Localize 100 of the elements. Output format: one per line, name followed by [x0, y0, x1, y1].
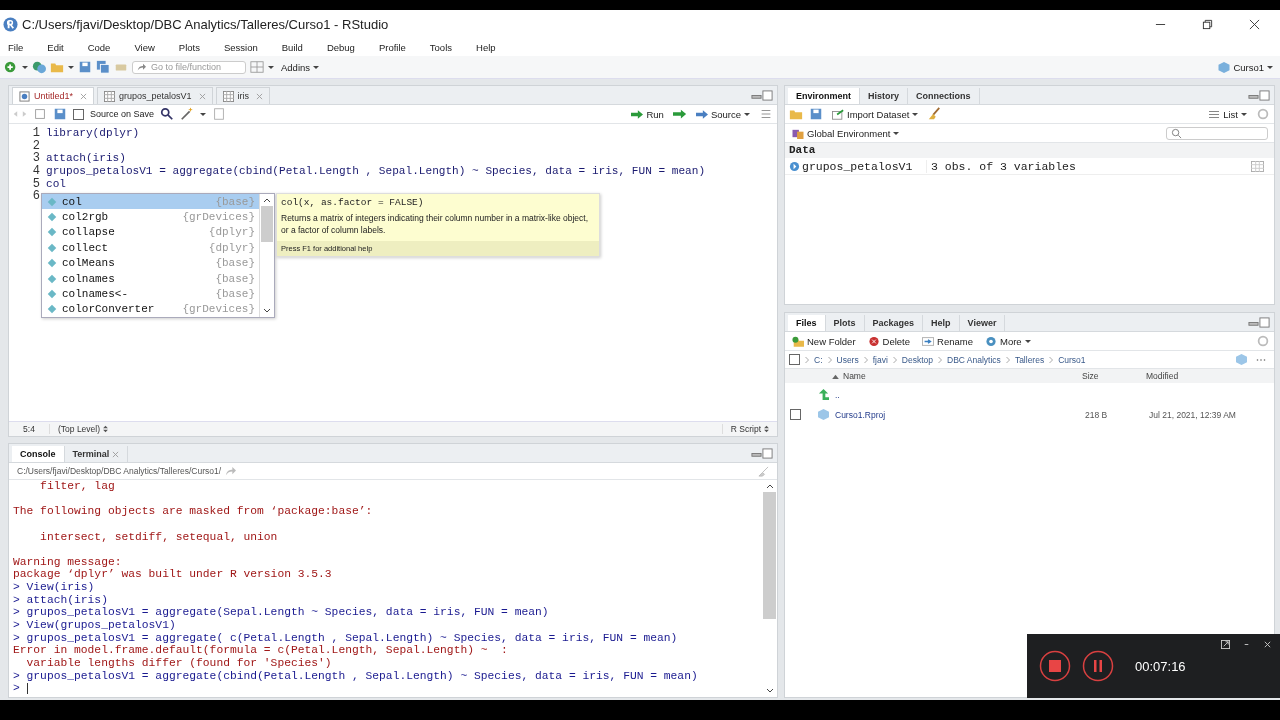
scroll-up-icon[interactable]: [765, 483, 774, 489]
minimize-pane-icon[interactable]: [751, 448, 773, 459]
new-file-icon[interactable]: [4, 60, 18, 74]
breadcrumb-link[interactable]: C:: [814, 354, 823, 365]
close-icon[interactable]: [1249, 18, 1260, 30]
breadcrumb-link[interactable]: Talleres: [1014, 354, 1045, 365]
breadcrumb-link[interactable]: DBC Analytics: [947, 354, 1001, 365]
breadcrumb-link[interactable]: Desktop: [901, 354, 933, 365]
minimize-pane-icon[interactable]: [1248, 90, 1270, 101]
pop-out-icon[interactable]: [1221, 640, 1230, 649]
files-tab[interactable]: Viewer: [959, 315, 1006, 331]
files-tab[interactable]: Packages: [864, 315, 924, 331]
addins-button[interactable]: Addins: [278, 61, 323, 73]
environment-tab[interactable]: Environment: [788, 88, 860, 104]
scrollbar[interactable]: [259, 194, 274, 317]
source-on-save-checkbox[interactable]: [73, 108, 84, 120]
caret-icon[interactable]: [22, 64, 28, 70]
file-name-link[interactable]: Curso1.Rproj: [835, 409, 1085, 420]
source-button[interactable]: Source: [692, 108, 753, 120]
completion-item[interactable]: col {base}: [42, 194, 259, 210]
compile-icon[interactable]: [212, 107, 227, 121]
column-header[interactable]: Modified: [1146, 371, 1274, 381]
menu-item[interactable]: Tools: [429, 41, 452, 53]
refresh-icon[interactable]: [1256, 107, 1270, 121]
broom-icon[interactable]: [927, 107, 942, 121]
editor-tab[interactable]: Untitled1*: [12, 87, 95, 104]
caret-icon[interactable]: [268, 64, 274, 70]
menu-item[interactable]: Code: [87, 41, 111, 53]
outline-icon[interactable]: [759, 107, 773, 121]
restore-icon[interactable]: [1202, 18, 1213, 30]
scroll-down-icon[interactable]: [263, 308, 271, 314]
editor-tab[interactable]: grupos_petalosV1: [97, 87, 213, 104]
completion-item[interactable]: colMeans {base}: [42, 255, 259, 271]
caret-icon[interactable]: [68, 64, 74, 70]
environment-selector[interactable]: Global Environment: [789, 127, 903, 139]
minimize-pane-icon[interactable]: [751, 90, 773, 101]
arrow-icon[interactable]: [225, 465, 237, 477]
more-icon[interactable]: [1256, 357, 1266, 362]
project-icon[interactable]: [1236, 354, 1247, 365]
more-button[interactable]: More: [981, 335, 1034, 347]
completion-item[interactable]: collect {dplyr}: [42, 240, 259, 256]
expand-icon[interactable]: [789, 160, 800, 172]
refresh-icon[interactable]: [1256, 334, 1270, 348]
menu-item[interactable]: Help: [476, 41, 496, 53]
menu-item[interactable]: Edit: [47, 41, 64, 53]
run-button[interactable]: Run: [628, 108, 667, 120]
breadcrumb-link[interactable]: Curso1: [1058, 354, 1086, 365]
editor-tab[interactable]: iris: [215, 87, 271, 104]
stop-button[interactable]: [1039, 650, 1071, 682]
files-tab[interactable]: Plots: [825, 315, 865, 331]
menu-item[interactable]: Session: [223, 41, 258, 53]
minimize-pane-icon[interactable]: [1248, 317, 1270, 328]
menu-item[interactable]: Build: [281, 41, 303, 53]
rename-button[interactable]: Rename: [919, 335, 976, 347]
goto-field[interactable]: Go to file/function: [132, 60, 246, 74]
file-type-selector[interactable]: R Script: [721, 424, 777, 434]
menu-item[interactable]: View: [134, 41, 155, 53]
files-tab[interactable]: Files: [788, 315, 826, 331]
new-folder-button[interactable]: New Folder: [789, 335, 859, 347]
breadcrumb-link[interactable]: fjavi: [872, 354, 888, 365]
search-icon[interactable]: [160, 107, 175, 121]
console-tab[interactable]: Terminal: [64, 446, 129, 462]
completion-item[interactable]: colnames {base}: [42, 270, 259, 287]
environment-tab[interactable]: Connections: [908, 88, 980, 104]
column-header[interactable]: Size: [1082, 371, 1146, 381]
menu-item[interactable]: File: [8, 41, 24, 53]
magic-wand-icon[interactable]: [180, 107, 195, 121]
breadcrumb-link[interactable]: Users: [836, 354, 859, 365]
files-tab[interactable]: Help: [923, 315, 960, 331]
file-checkbox[interactable]: [790, 409, 801, 420]
scrollbar-thumb[interactable]: [261, 206, 273, 242]
completion-item[interactable]: colorConverter {grDevices}: [42, 301, 259, 318]
console-tab[interactable]: Console: [12, 446, 65, 462]
menu-item[interactable]: Plots: [178, 41, 200, 53]
completion-item[interactable]: col2rgb {grDevices}: [42, 209, 259, 225]
project-button[interactable]: Curso1: [1215, 61, 1276, 73]
delete-button[interactable]: Delete: [864, 335, 914, 347]
import-dataset-button[interactable]: Import Dataset: [829, 108, 922, 120]
scroll-down-icon[interactable]: [765, 688, 774, 694]
scrollbar-thumb[interactable]: [763, 492, 776, 619]
table-icon[interactable]: [1251, 160, 1264, 172]
parent-folder-link[interactable]: ..: [835, 389, 1085, 400]
completion-item[interactable]: collapse {dplyr}: [42, 224, 259, 241]
column-header[interactable]: Name: [832, 371, 1082, 381]
menu-item[interactable]: Debug: [326, 41, 355, 53]
select-all-checkbox[interactable]: [789, 354, 800, 365]
search-field[interactable]: [1166, 126, 1268, 140]
menu-item[interactable]: Profile: [378, 41, 406, 53]
pause-button[interactable]: [1082, 650, 1114, 682]
save-icon[interactable]: [53, 107, 67, 121]
scope-selector[interactable]: (Top Level): [50, 424, 109, 434]
caret-icon[interactable]: [200, 111, 207, 117]
save-all-icon[interactable]: [96, 60, 110, 74]
rerun-icon[interactable]: [672, 107, 687, 121]
up-arrow-icon[interactable]: [818, 389, 829, 400]
environment-tab[interactable]: History: [860, 88, 909, 104]
completion-item[interactable]: colnames<- {base}: [42, 286, 259, 302]
show-window-icon[interactable]: [33, 107, 47, 121]
scroll-up-icon[interactable]: [263, 197, 271, 203]
view-mode-button[interactable]: List: [1205, 108, 1250, 120]
